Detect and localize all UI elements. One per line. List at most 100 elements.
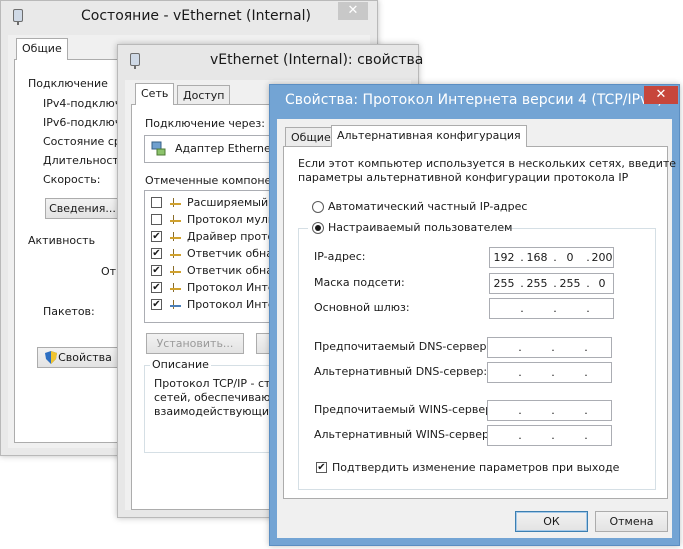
preferred-wins-field[interactable]: . . . xyxy=(487,400,612,421)
octet-separator: . xyxy=(584,404,588,417)
alternate-dns-field[interactable]: . . . xyxy=(487,362,612,383)
octet-separator: . xyxy=(584,341,588,354)
alternate-wins-label: Альтернативный WINS-сервер: xyxy=(314,428,493,441)
component-label: Протокол Интер xyxy=(187,298,282,311)
ipv4-connectivity-label: IPv4-подключ xyxy=(43,97,122,110)
default-gateway-label: Основной шлюз: xyxy=(314,301,410,314)
network-adapter-icon xyxy=(13,9,23,25)
ip-octet: 0 xyxy=(566,251,574,264)
component-checkbox[interactable]: ✔ xyxy=(151,282,162,293)
description-line: Протокол TCP/IP - ста xyxy=(154,377,278,390)
info-text-line1: Если этот компьютер используется в неско… xyxy=(298,157,677,170)
ip-address-field[interactable]: 192 . 168 . 0 . 200 xyxy=(489,247,614,268)
connect-using-label: Подключение через: xyxy=(145,117,265,130)
network-protocol-icon xyxy=(170,300,181,309)
activity-heading: Активность xyxy=(28,234,96,247)
media-state-label: Состояние сре xyxy=(43,135,128,148)
status-window-title: Состояние - vEthernet (Internal) xyxy=(81,8,311,24)
validate-settings-checkbox[interactable]: ✔ xyxy=(316,462,327,473)
properties-button-label: Свойства xyxy=(58,351,112,364)
network-adapter-icon xyxy=(151,141,166,156)
description-line: сетей, обеспечиваю xyxy=(154,391,271,404)
component-checkbox[interactable]: ✔ xyxy=(151,265,162,276)
octet-separator: . xyxy=(520,302,524,315)
component-checkbox[interactable]: ✔ xyxy=(151,299,162,310)
ok-button[interactable]: ОК xyxy=(515,511,588,532)
preferred-wins-label: Предпочитаемый WINS-сервер: xyxy=(314,403,496,416)
component-checkbox[interactable] xyxy=(151,197,162,208)
alternate-dns-label: Альтернативный DNS-сервер: xyxy=(314,365,488,378)
close-icon[interactable]: ✕ xyxy=(338,2,368,20)
network-component-icon xyxy=(170,283,181,292)
network-component-icon xyxy=(170,198,181,207)
tab-alternate-configuration[interactable]: Альтернативная конфигурация xyxy=(331,125,527,147)
octet-separator: . xyxy=(518,366,522,379)
component-label: Протокол мульт xyxy=(187,213,281,226)
radio-automatic-private-ip[interactable] xyxy=(312,201,324,213)
component-label: Драйвер проток xyxy=(187,230,281,243)
alternate-config-panel: Если этот компьютер используется в неско… xyxy=(283,146,676,499)
radio-automatic-label[interactable]: Автоматический частный IP-адрес xyxy=(328,200,527,213)
subnet-mask-label: Маска подсети: xyxy=(314,276,405,289)
preferred-dns-label: Предпочитаемый DNS-сервер: xyxy=(314,340,491,353)
alternate-wins-field[interactable]: . . . xyxy=(487,425,612,446)
install-button[interactable]: Установить... xyxy=(146,333,244,354)
preferred-dns-field[interactable]: . . . xyxy=(487,337,612,358)
octet-separator: . xyxy=(518,341,522,354)
ipv4-properties-titlebar[interactable]: Свойства: Протокол Интернета версии 4 (T… xyxy=(270,85,679,116)
ipv4-properties-title: Свойства: Протокол Интернета версии 4 (T… xyxy=(285,92,663,108)
network-component-icon xyxy=(170,249,181,258)
component-checkbox[interactable]: ✔ xyxy=(151,231,162,242)
component-checkbox[interactable] xyxy=(151,214,162,225)
radio-user-configured[interactable] xyxy=(312,222,324,234)
mask-octet: 255 xyxy=(493,277,515,290)
description-heading: Описание xyxy=(150,358,211,371)
close-icon[interactable]: ✕ xyxy=(644,86,678,104)
adapter-properties-titlebar[interactable]: vEthernet (Internal): свойства xyxy=(118,45,423,76)
ipv4-properties-window: Свойства: Протокол Интернета версии 4 (T… xyxy=(269,84,680,546)
network-component-icon xyxy=(170,232,181,241)
packets-label: Пакетов: xyxy=(43,305,95,318)
octet-separator: . xyxy=(551,341,555,354)
description-line: взаимодействующим xyxy=(154,405,278,418)
user-configured-legend: Настраиваемый пользователем xyxy=(308,220,512,236)
cancel-button[interactable]: Отмена xyxy=(595,511,668,532)
info-text-line2: параметры альтернативной конфигурации пр… xyxy=(298,171,629,184)
ipv4-properties-client: Общие Альтернативная конфигурация Если э… xyxy=(277,119,676,538)
radio-user-configured-label[interactable]: Настраиваемый пользователем xyxy=(328,221,512,234)
octet-separator: . xyxy=(584,366,588,379)
octet-separator: . xyxy=(553,302,557,315)
octet-separator: . xyxy=(586,302,590,315)
duration-label: Длительность xyxy=(43,154,126,167)
tab-general[interactable]: Общие xyxy=(285,127,337,147)
component-label: Расширяемый в xyxy=(187,196,279,209)
tab-sharing[interactable]: Доступ xyxy=(177,85,231,105)
network-adapter-icon xyxy=(130,53,140,69)
subnet-mask-field[interactable]: 255 . 255 . 255 . 0 xyxy=(489,273,614,294)
octet-separator: . xyxy=(551,404,555,417)
mask-octet: 255 xyxy=(526,277,548,290)
octet-separator: . xyxy=(584,429,588,442)
default-gateway-field[interactable]: . . . xyxy=(489,298,614,319)
network-component-icon xyxy=(170,266,181,275)
ip-address-label: IP-адрес: xyxy=(314,250,366,263)
tab-general[interactable]: Общие xyxy=(16,38,68,60)
speed-label: Скорость: xyxy=(43,173,101,186)
uac-shield-icon xyxy=(45,351,57,364)
status-window-titlebar[interactable]: Состояние - vEthernet (Internal) ✕ xyxy=(1,1,377,32)
ip-octet: 192 xyxy=(493,251,515,264)
component-label: Протокол Интер xyxy=(187,281,282,294)
octet-separator: . xyxy=(518,429,522,442)
octet-separator: . xyxy=(551,429,555,442)
connection-heading: Подключение xyxy=(28,77,108,90)
octet-separator: . xyxy=(551,366,555,379)
details-button[interactable]: Сведения... xyxy=(45,198,120,219)
validate-settings-label[interactable]: Подтвердить изменение параметров при вых… xyxy=(332,461,619,474)
mask-octet: 255 xyxy=(559,277,581,290)
component-checkbox[interactable]: ✔ xyxy=(151,248,162,259)
ipv6-connectivity-label: IPv6-подключ xyxy=(43,116,122,129)
properties-button[interactable]: Свойства xyxy=(37,347,119,368)
adapter-properties-title: vEthernet (Internal): свойства xyxy=(210,52,424,68)
tab-networking[interactable]: Сеть xyxy=(135,83,175,105)
ip-octet: 168 xyxy=(526,251,548,264)
